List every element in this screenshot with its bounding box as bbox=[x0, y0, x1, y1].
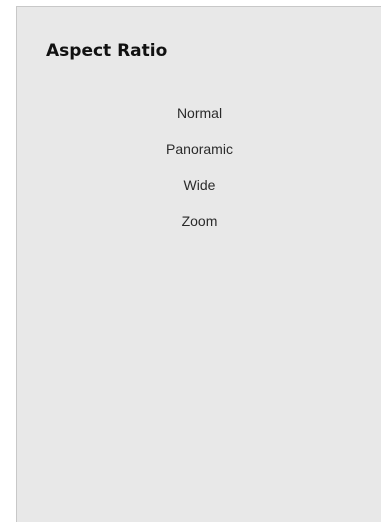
option-panoramic[interactable]: Panoramic bbox=[17, 137, 381, 173]
panel-title: Aspect Ratio bbox=[46, 41, 168, 61]
option-wide[interactable]: Wide bbox=[17, 173, 381, 209]
aspect-ratio-panel: Aspect Ratio Normal Panoramic Wide Zoom bbox=[16, 6, 381, 522]
option-zoom[interactable]: Zoom bbox=[17, 209, 381, 245]
aspect-ratio-options-list: Normal Panoramic Wide Zoom bbox=[17, 101, 381, 245]
option-normal[interactable]: Normal bbox=[17, 101, 381, 137]
